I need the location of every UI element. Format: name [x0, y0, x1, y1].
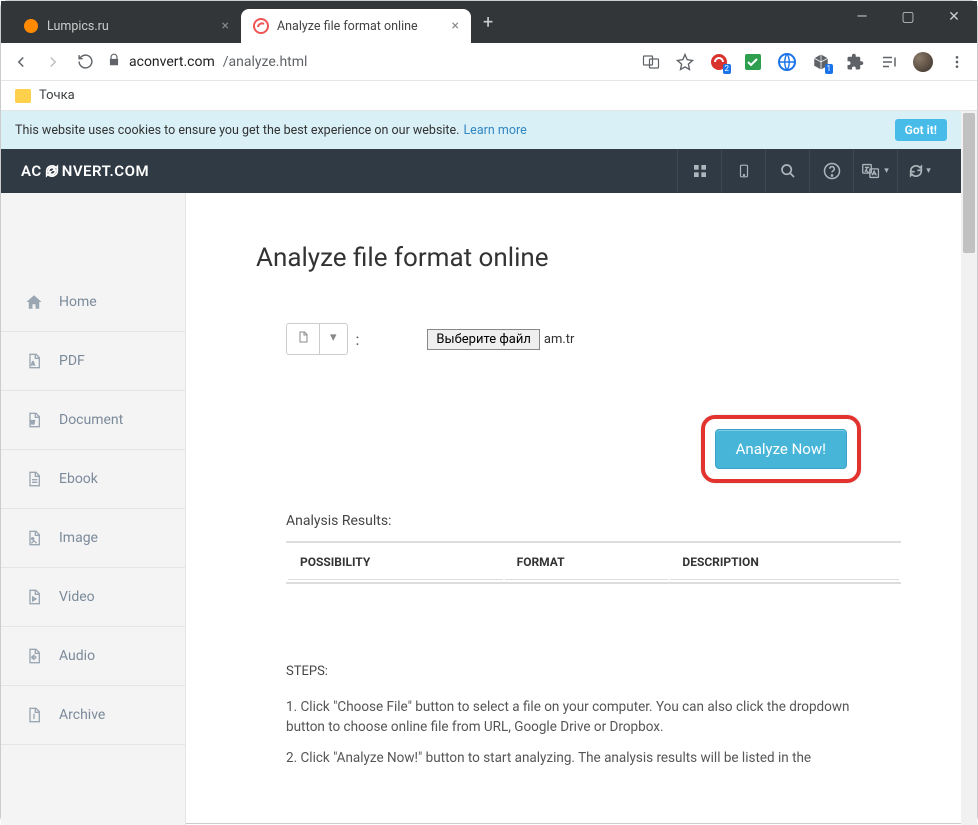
sidebar: Home A PDF W Document Ebook Image Video Au… [1, 193, 186, 825]
cookie-accept-button[interactable]: Got it! [895, 119, 947, 141]
highlight-annotation: Analyze Now! [701, 415, 861, 483]
main-content: Analyze file format online ▾ : Выберите … [186, 193, 961, 825]
scrollbar-thumb[interactable] [963, 113, 975, 253]
browser-titlebar: Lumpics.ru × Analyze file format online … [1, 1, 977, 43]
new-tab-button[interactable]: + [471, 12, 505, 33]
page-title: Analyze file format online [256, 243, 901, 273]
sidebar-item-video[interactable]: Video [1, 568, 185, 627]
analyze-now-button[interactable]: Analyze Now! [715, 429, 847, 469]
results-label: Analysis Results: [286, 513, 901, 529]
column-format: FORMAT [505, 545, 669, 580]
bookmarks-bar: Точка [1, 81, 977, 111]
back-button[interactable] [11, 52, 31, 72]
sidebar-item-label: PDF [59, 353, 85, 369]
close-icon[interactable]: × [452, 18, 459, 34]
file-source-selector: ▾ [286, 323, 348, 355]
file-source-dropdown[interactable]: ▾ [320, 324, 347, 354]
sidebar-item-audio[interactable]: Audio [1, 627, 185, 686]
cookie-learn-more-link[interactable]: Learn more [463, 123, 526, 138]
favicon-aconvert [253, 18, 269, 34]
header-search-icon[interactable] [765, 149, 809, 193]
vertical-scrollbar[interactable] [961, 111, 977, 825]
sidebar-item-ebook[interactable]: Ebook [1, 450, 185, 509]
sidebar-item-image[interactable]: Image [1, 509, 185, 568]
menu-icon[interactable] [947, 52, 967, 72]
maximize-button[interactable]: ▢ [885, 1, 931, 33]
choose-file-button[interactable]: Выберите файл [427, 329, 539, 350]
browser-tab-aconvert[interactable]: Analyze file format online × [241, 9, 471, 43]
bookmark-folder-icon [15, 89, 31, 103]
header-refresh-icon[interactable]: ▾ [897, 149, 941, 193]
minimize-button[interactable]: — [839, 1, 885, 33]
steps-label: STEPS: [286, 664, 901, 679]
translate-icon[interactable] [641, 52, 661, 72]
column-description: DESCRIPTION [670, 545, 899, 580]
image-icon [25, 529, 43, 547]
results-table: POSSIBILITY FORMAT DESCRIPTION [286, 541, 901, 584]
sidebar-item-document[interactable]: W Document [1, 391, 185, 450]
browser-tab-lumpics[interactable]: Lumpics.ru × [11, 9, 241, 43]
close-window-button[interactable]: ✕ [931, 1, 977, 33]
logo-text-post: NVERT.COM [62, 162, 149, 180]
sidebar-item-label: Image [59, 530, 98, 546]
header-help-icon[interactable] [809, 149, 853, 193]
url-field[interactable]: aconvert.com/analyze.html [107, 53, 629, 71]
svg-text:A: A [31, 361, 35, 367]
close-icon[interactable]: × [222, 18, 229, 34]
pdf-icon: A [25, 352, 43, 370]
site-header: AC NVERT.COM ▾ ▾ [1, 149, 961, 193]
step-1-text: 1. Click "Choose File" button to select … [286, 697, 871, 738]
url-domain: aconvert.com [129, 54, 215, 70]
cookie-text: This website uses cookies to ensure you … [15, 123, 459, 138]
header-language-icon[interactable]: ▾ [853, 149, 897, 193]
sidebar-item-archive[interactable]: Archive [1, 686, 185, 745]
star-icon[interactable] [675, 52, 695, 72]
audio-icon [25, 647, 43, 665]
sidebar-item-pdf[interactable]: A PDF [1, 332, 185, 391]
tab-title: Analyze file format online [277, 19, 418, 34]
window-controls: — ▢ ✕ [839, 1, 977, 33]
tab-title: Lumpics.ru [47, 19, 109, 34]
profile-avatar[interactable] [913, 52, 933, 72]
archive-icon [25, 706, 43, 724]
header-grid-icon[interactable] [677, 149, 721, 193]
logo-spin-icon [44, 163, 60, 179]
sidebar-item-label: Ebook [59, 471, 98, 487]
sidebar-item-label: Video [59, 589, 95, 605]
sidebar-item-label: Archive [59, 707, 105, 723]
logo-text-pre: AC [21, 162, 42, 180]
step-2-text: 2. Click "Analyze Now!" button to start … [286, 748, 871, 768]
sidebar-item-label: Home [59, 294, 97, 310]
sidebar-item-label: Audio [59, 648, 95, 664]
lock-icon [107, 53, 121, 71]
extension-globe-icon[interactable] [777, 52, 797, 72]
home-icon [25, 293, 43, 311]
adblock-icon[interactable]: 2 [709, 52, 729, 72]
video-icon [25, 588, 43, 606]
file-local-button[interactable] [287, 324, 320, 354]
forward-button[interactable] [43, 52, 63, 72]
separator: : [356, 330, 360, 349]
cookie-banner: This website uses cookies to ensure you … [1, 111, 961, 149]
sidebar-item-label: Document [59, 412, 123, 428]
bookmark-item[interactable]: Точка [39, 88, 75, 103]
extension-cube-icon[interactable]: 1 [811, 52, 831, 72]
selected-file-name: am.tr [544, 332, 575, 347]
reload-button[interactable] [75, 52, 95, 72]
column-possibility: POSSIBILITY [288, 545, 503, 580]
sidebar-item-home[interactable]: Home [1, 273, 185, 332]
site-logo[interactable]: AC NVERT.COM [21, 162, 149, 180]
ebook-icon [25, 470, 43, 488]
svg-text:W: W [31, 420, 35, 426]
extensions-icon[interactable] [845, 52, 865, 72]
address-bar: aconvert.com/analyze.html 2 1 [1, 43, 977, 81]
document-icon: W [25, 411, 43, 429]
favicon-lumpics [23, 18, 39, 34]
header-mobile-icon[interactable] [721, 149, 765, 193]
reading-list-icon[interactable] [879, 52, 899, 72]
extension-check-icon[interactable] [743, 52, 763, 72]
url-path: /analyze.html [223, 54, 308, 70]
